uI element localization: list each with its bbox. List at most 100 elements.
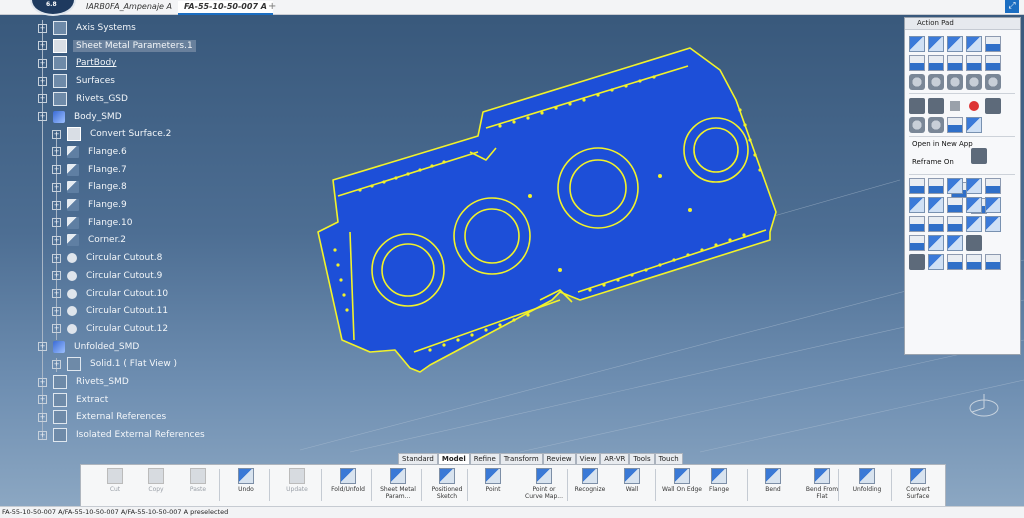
expand-toggle-icon[interactable]: +: [52, 182, 61, 192]
flange-tool-icon[interactable]: [909, 55, 925, 71]
unfold-icon[interactable]: [928, 117, 944, 133]
tab-standard[interactable]: Standard: [398, 453, 438, 464]
formula-icon[interactable]: [909, 254, 925, 270]
expand-toggle-icon[interactable]: +: [38, 94, 47, 104]
reframe-on[interactable]: Reframe On: [912, 158, 954, 166]
flange-button[interactable]: Flange: [699, 468, 739, 493]
bend-tool-icon[interactable]: [928, 55, 944, 71]
tree-node[interactable]: + Convert Surface.2: [52, 126, 174, 142]
undo-button[interactable]: Undo: [226, 468, 266, 493]
extract-icon[interactable]: [947, 197, 963, 213]
sheet-metal-part[interactable]: [317, 47, 777, 373]
bend-button[interactable]: Bend: [753, 468, 793, 493]
tree-node[interactable]: + Extract: [38, 392, 111, 408]
tree-node[interactable]: + Unfolded_SMD: [38, 339, 142, 355]
surface-stamp-icon[interactable]: [947, 74, 963, 90]
expand-toggle-icon[interactable]: +: [38, 395, 47, 405]
plate-icon[interactable]: [985, 36, 1001, 52]
unfolding-button[interactable]: Unfolding: [847, 468, 887, 493]
expand-toggle-icon[interactable]: +: [52, 359, 61, 369]
tree-node[interactable]: + External References: [38, 409, 169, 425]
apply-icon[interactable]: [966, 178, 982, 194]
expand-toggle-icon[interactable]: +: [52, 235, 61, 245]
material-icon[interactable]: [947, 178, 963, 194]
new-tab-button[interactable]: +: [268, 1, 276, 12]
cube-snap-icon[interactable]: [966, 216, 982, 232]
sheet-metal-param-button[interactable]: Sheet Metal Param...: [378, 468, 418, 500]
fold-icon[interactable]: [909, 117, 925, 133]
expand-toggle-icon[interactable]: +: [38, 112, 47, 121]
tab-ar-vr[interactable]: AR-VR: [600, 453, 630, 464]
tab-iarb0fa[interactable]: IARB0FA_Ampenaje A: [80, 1, 178, 13]
bead-icon[interactable]: [966, 74, 982, 90]
tree-node[interactable]: + Isolated External References: [38, 427, 208, 443]
zoom-icon[interactable]: [966, 235, 982, 251]
hole-icon[interactable]: [909, 74, 925, 90]
check-icon[interactable]: [909, 235, 925, 251]
hem-icon[interactable]: [947, 55, 963, 71]
recognize-button[interactable]: Recognize: [570, 468, 610, 493]
tree-node[interactable]: + Circular Cutout.10: [52, 286, 171, 302]
expand-toggle-icon[interactable]: +: [38, 23, 47, 33]
pattern-icon[interactable]: [909, 216, 925, 232]
tab-review[interactable]: Review: [542, 453, 576, 464]
expand-toggle-icon[interactable]: +: [52, 324, 61, 334]
fastener-icon[interactable]: [947, 235, 963, 251]
stop-icon[interactable]: [950, 101, 960, 111]
point-or-curve-map-button[interactable]: Point or Curve Map...: [524, 468, 564, 500]
offset-icon[interactable]: [966, 197, 982, 213]
tree-node[interactable]: + Circular Cutout.12: [52, 321, 171, 337]
law-icon[interactable]: [947, 254, 963, 270]
knowledge-icon[interactable]: [966, 254, 982, 270]
solid-cube-icon[interactable]: [909, 36, 925, 52]
tree-node[interactable]: + Sheet Metal Parameters.1: [38, 38, 196, 54]
expand-toggle-icon[interactable]: +: [38, 430, 47, 440]
tree-node[interactable]: + Rivets_SMD: [38, 374, 132, 390]
expand-toggle-icon[interactable]: +: [52, 253, 61, 263]
gear-icon[interactable]: [985, 216, 1001, 232]
update-button[interactable]: Update: [277, 468, 317, 493]
rivet-icon[interactable]: [928, 235, 944, 251]
table-icon[interactable]: [909, 178, 925, 194]
louver-icon[interactable]: [985, 74, 1001, 90]
paste-button[interactable]: Paste: [178, 468, 218, 493]
expand-toggle-icon[interactable]: +: [52, 289, 61, 298]
app-logo[interactable]: 6.8: [30, 0, 76, 16]
tree-node[interactable]: + Flange.7: [52, 162, 130, 178]
tree-node[interactable]: + Circular Cutout.11: [52, 303, 171, 319]
tab-view[interactable]: View: [575, 453, 601, 464]
box-icon[interactable]: [947, 36, 963, 52]
positioned-sketch-button[interactable]: Positioned Sketch: [427, 468, 467, 500]
open-in-new-app[interactable]: Open in New App: [912, 140, 973, 148]
tree-node[interactable]: + Circular Cutout.9: [52, 268, 165, 284]
fold-unfold-button[interactable]: Fold/Unfold: [328, 468, 368, 493]
expand-toggle-icon[interactable]: +: [38, 377, 47, 387]
measure-icon[interactable]: [985, 178, 1001, 194]
tree-node[interactable]: + Circular Cutout.8: [52, 250, 165, 266]
tree-node[interactable]: + Rivets_GSD: [38, 91, 131, 107]
tree-node[interactable]: + Surfaces: [38, 73, 118, 89]
split-icon[interactable]: [985, 197, 1001, 213]
wall-cube-icon[interactable]: [966, 36, 982, 52]
tree-node[interactable]: + Body_SMD: [38, 109, 125, 125]
tab-tools[interactable]: Tools: [629, 453, 655, 464]
tree-node[interactable]: + Flange.6: [52, 144, 130, 160]
edit-icon[interactable]: [928, 178, 944, 194]
duplicate-icon[interactable]: [947, 216, 963, 232]
tree-node[interactable]: + Flange.8: [52, 179, 130, 195]
expand-toggle-icon[interactable]: +: [52, 165, 61, 175]
tree-node[interactable]: + Flange.9: [52, 197, 130, 213]
search-icon[interactable]: [985, 98, 1001, 114]
expand-toggle-icon[interactable]: +: [38, 342, 47, 352]
expand-icon[interactable]: ⤢: [1005, 0, 1019, 13]
expand-toggle-icon[interactable]: +: [52, 129, 61, 139]
tree-node[interactable]: + Solid.1 ( Flat View ): [52, 356, 180, 372]
surface-icon[interactable]: [909, 197, 925, 213]
brush-icon[interactable]: [909, 98, 925, 114]
tree-node[interactable]: + Flange.10: [52, 215, 135, 231]
expand-toggle-icon[interactable]: +: [52, 200, 61, 210]
swept-flange-icon[interactable]: [985, 55, 1001, 71]
tear-drop-icon[interactable]: [966, 55, 982, 71]
wall-on-edge-button[interactable]: Wall On Edge: [662, 468, 702, 493]
select-icon[interactable]: [928, 98, 944, 114]
